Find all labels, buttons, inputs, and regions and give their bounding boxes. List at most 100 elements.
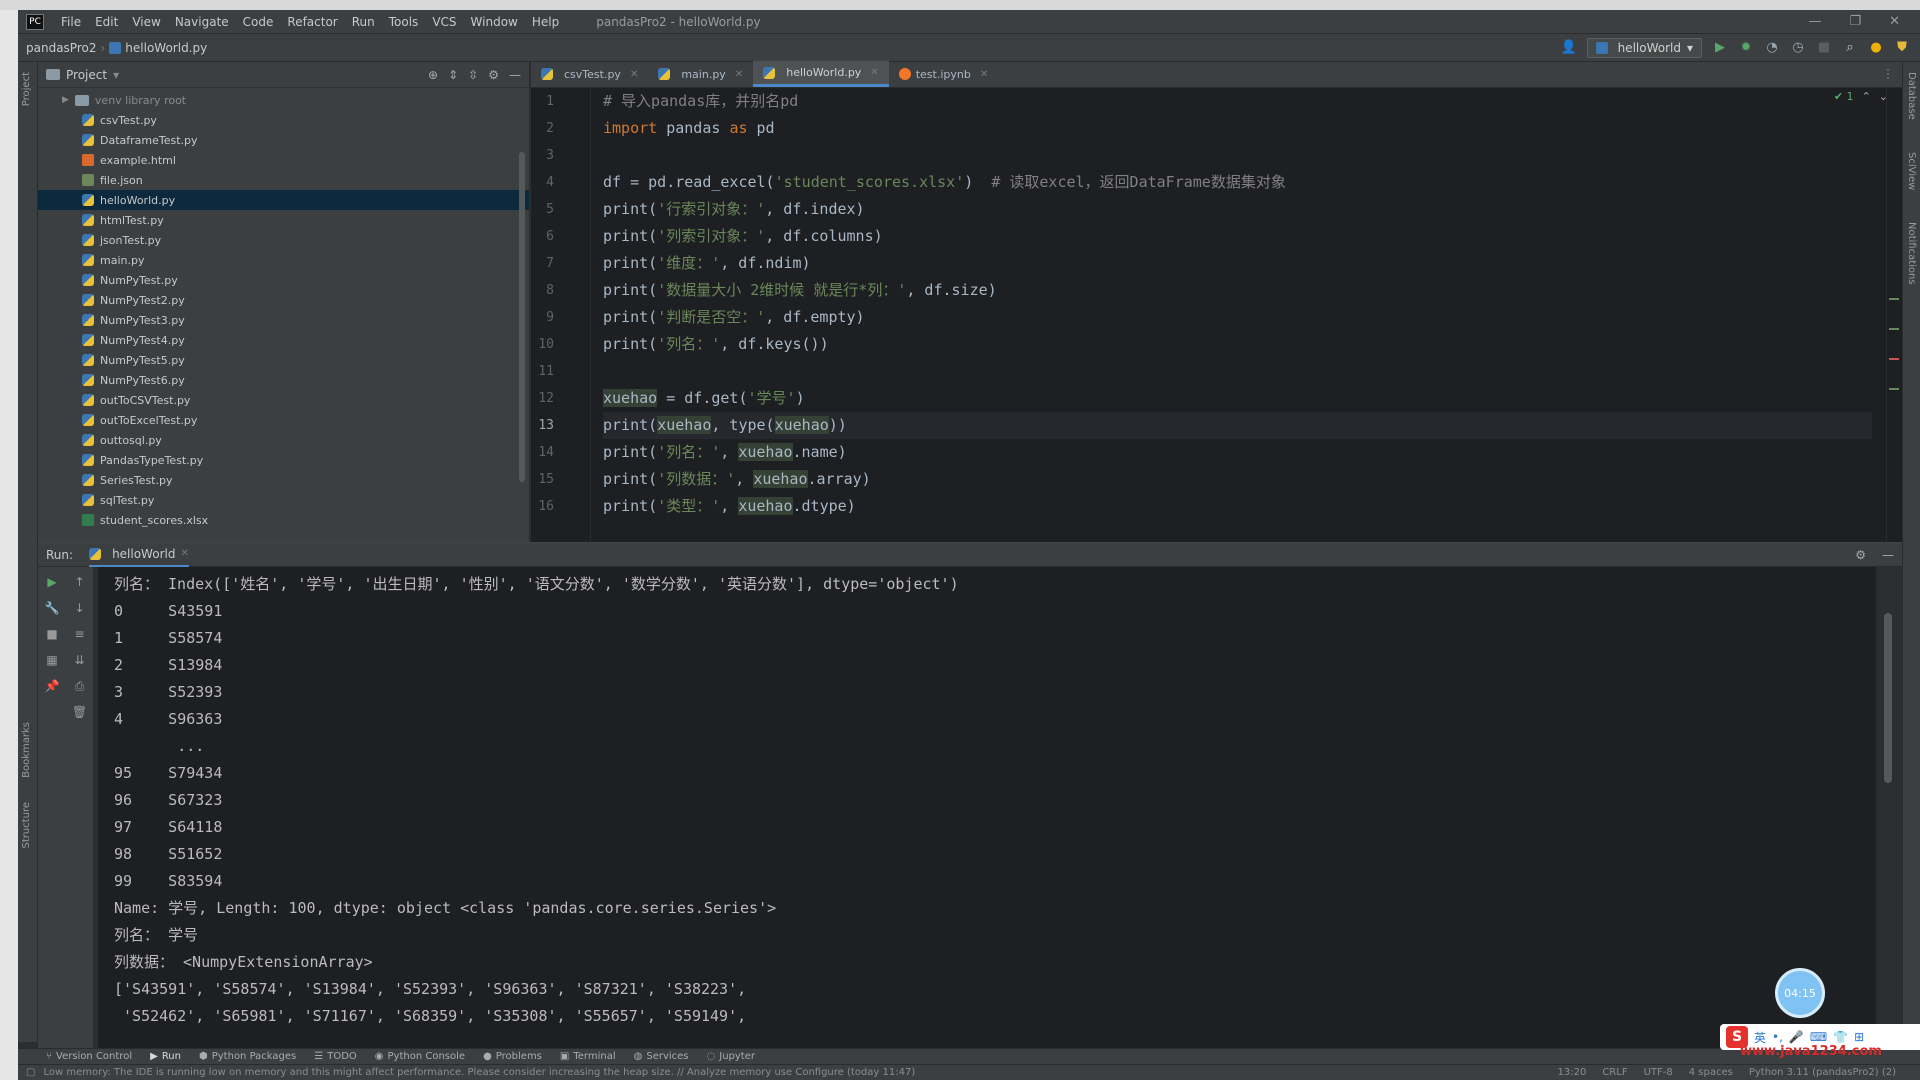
notifications-tool-button[interactable]: Notifications [1906, 222, 1917, 285]
rerun-icon[interactable]: ▶ [47, 575, 56, 593]
menu-code[interactable]: Code [236, 15, 281, 29]
collapse-all-icon[interactable]: ⇳ [468, 68, 478, 82]
code-line[interactable]: print('行索引对象：', df.index) [603, 196, 1872, 223]
menu-vcs[interactable]: VCS [425, 15, 463, 29]
code-line[interactable]: xuehao = df.get('学号') [603, 385, 1872, 412]
debug-icon[interactable]: ✹ [1738, 40, 1754, 56]
ime-language[interactable]: 英 [1754, 1029, 1766, 1046]
project-scrollbar[interactable] [519, 152, 525, 482]
soft-wrap-icon[interactable]: ≡ [74, 627, 84, 645]
menu-navigate[interactable]: Navigate [168, 15, 236, 29]
menu-run[interactable]: Run [345, 15, 382, 29]
breadcrumb-file[interactable]: helloWorld.py [125, 41, 207, 55]
hide-icon[interactable]: — [1882, 548, 1894, 562]
gear-icon[interactable]: ⚙ [488, 68, 499, 82]
tree-file-item[interactable]: student_scores.xlsx [38, 510, 529, 530]
tree-file-item[interactable]: sqlTest.py [38, 490, 529, 510]
tree-file-item[interactable]: DataframeTest.py [38, 130, 529, 150]
skin-icon[interactable]: 👕 [1833, 1030, 1848, 1044]
run-icon[interactable]: ▶ [1712, 40, 1728, 56]
tree-file-item[interactable]: jsonTest.py [38, 230, 529, 250]
code-line[interactable]: print('维度：', df.ndim) [603, 250, 1872, 277]
inspection-widget[interactable]: ✔ 1 ⌃ ⌄ [1834, 90, 1888, 103]
tool-tab-python-packages[interactable]: ⬢ Python Packages [199, 1051, 296, 1062]
code-line[interactable]: print('列名：', df.keys()) [603, 331, 1872, 358]
tree-file-item[interactable]: htmlTest.py [38, 210, 529, 230]
close-window-button[interactable]: ✕ [1889, 14, 1900, 29]
tree-file-item[interactable]: NumPyTest5.py [38, 350, 529, 370]
close-icon[interactable]: ✕ [630, 69, 638, 80]
arrow-up-icon[interactable]: ↑ [74, 575, 84, 593]
tab-csvtest[interactable]: csvTest.py ✕ [531, 61, 648, 87]
close-icon[interactable]: ✕ [735, 69, 743, 80]
trash-icon[interactable]: 🗑 [72, 705, 87, 723]
code-line[interactable]: # 导入pandas库，并别名pd [603, 88, 1872, 115]
minimize-button[interactable]: — [1808, 14, 1821, 29]
code-line[interactable]: print('类型：', xuehao.dtype) [603, 493, 1872, 520]
tree-file-item[interactable]: helloWorld.py [38, 190, 529, 210]
code-line[interactable]: print('数据量大小 2维时候 就是行*列：', df.size) [603, 277, 1872, 304]
bookmarks-tool-button[interactable]: Bookmarks [21, 722, 32, 778]
chevron-up-icon[interactable]: ⌃ [1862, 90, 1871, 103]
menu-tools[interactable]: Tools [382, 15, 426, 29]
arrow-down-icon[interactable]: ↓ [74, 601, 84, 619]
status-message[interactable]: Low memory: The IDE is running low on me… [43, 1067, 915, 1078]
console-scrollbar[interactable] [1884, 613, 1892, 783]
run-tab-helloworld[interactable]: helloWorld ✕ [89, 543, 189, 567]
tree-file-item[interactable]: file.json [38, 170, 529, 190]
profile-icon[interactable]: ◷ [1790, 40, 1806, 56]
more-tabs-icon[interactable]: ⋮ [1874, 67, 1902, 87]
project-tool-button[interactable]: Project [21, 72, 32, 106]
expand-all-icon[interactable]: ⇕ [448, 68, 458, 82]
hide-icon[interactable]: — [509, 68, 521, 82]
user-icon[interactable]: 👤 [1560, 40, 1576, 56]
menu-window[interactable]: Window [464, 15, 525, 29]
tree-file-item[interactable]: NumPyTest2.py [38, 290, 529, 310]
stop-icon[interactable]: ■ [1816, 40, 1832, 56]
console-output[interactable]: 列名： Index(['姓名', '学号', '出生日期', '性别', '语文… [98, 567, 1876, 1049]
close-icon[interactable]: ✕ [870, 67, 878, 78]
code-line[interactable]: print('列索引对象：', df.columns) [603, 223, 1872, 250]
menu-refactor[interactable]: Refactor [280, 15, 344, 29]
microphone-icon[interactable]: 🎤 [1789, 1030, 1804, 1044]
menu-view[interactable]: View [125, 15, 167, 29]
maximize-button[interactable]: ❐ [1849, 14, 1861, 29]
code-line[interactable]: df = pd.read_excel('student_scores.xlsx'… [603, 169, 1872, 196]
code-line[interactable] [603, 358, 1872, 385]
line-separator[interactable]: CRLF [1602, 1067, 1627, 1078]
tool-tab-python-console[interactable]: ◉ Python Console [375, 1051, 465, 1062]
caret-position[interactable]: 13:20 [1557, 1067, 1586, 1078]
tab-main[interactable]: main.py ✕ [648, 61, 753, 87]
keyboard-icon[interactable]: ⌨ [1810, 1030, 1827, 1044]
run-config-dropdown[interactable]: helloWorld ▾ [1586, 37, 1702, 58]
tab-helloworld[interactable]: helloWorld.py ✕ [753, 61, 889, 87]
menu-help[interactable]: Help [525, 15, 566, 29]
tool-tab-services[interactable]: ◍ Services [634, 1051, 689, 1062]
tool-tab-todo[interactable]: ☰ TODO [314, 1051, 357, 1062]
layout-icon[interactable]: ▦ [46, 653, 57, 671]
tree-file-item[interactable]: NumPyTest.py [38, 270, 529, 290]
grid-icon[interactable]: ⊞ [1854, 1030, 1864, 1044]
tool-tab-problems[interactable]: ● Problems [483, 1051, 542, 1062]
gear-icon[interactable]: ⚙ [1855, 548, 1866, 562]
search-icon[interactable]: ⌕ [1842, 40, 1858, 56]
tool-tab-run[interactable]: ▶ Run [150, 1051, 181, 1062]
tree-file-item[interactable]: outToCSVTest.py [38, 390, 529, 410]
close-icon[interactable]: ✕ [980, 69, 988, 80]
close-icon[interactable]: ✕ [180, 548, 188, 559]
code-area[interactable]: 1 2 3 4 5 6 7 8 9 10 11 12 13 14 15 16 # 导入pandas库，并别名p… [531, 88, 1902, 542]
code-line[interactable]: print('列数据：', xuehao.array) [603, 466, 1872, 493]
code-line[interactable]: print(xuehao, type(xuehao)) [603, 412, 1872, 439]
print-icon[interactable]: ⎙ [75, 679, 85, 697]
code-lines[interactable]: # 导入pandas库，并别名pd import pandas as pd df =… [603, 88, 1872, 520]
code-line[interactable]: print('判断是否空：', df.empty) [603, 304, 1872, 331]
python-interpreter[interactable]: Python 3.11 (pandasPro2) (2) [1749, 1067, 1896, 1078]
tree-file-item[interactable]: NumPyTest6.py [38, 370, 529, 390]
breadcrumb-project[interactable]: pandasPro2 [26, 41, 96, 55]
floating-timer-bubble[interactable]: 04:15 [1775, 968, 1825, 1018]
tab-test-ipynb[interactable]: test.ipynb ✕ [889, 61, 999, 87]
tool-tab-terminal[interactable]: ▣ Terminal [560, 1051, 616, 1062]
tree-root-venv[interactable]: ▶ venv library root [38, 90, 529, 110]
database-tool-button[interactable]: Database [1906, 72, 1917, 120]
menu-edit[interactable]: Edit [88, 15, 125, 29]
